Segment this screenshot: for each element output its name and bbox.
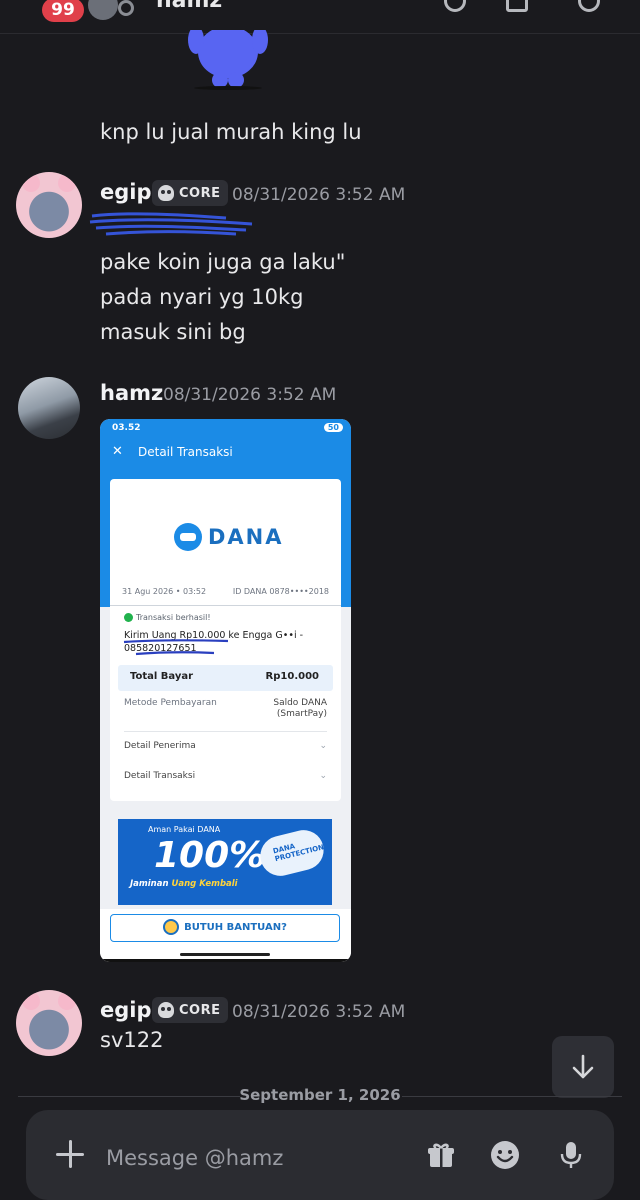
close-icon: ✕ [112,444,123,459]
redaction-scribble [89,212,253,236]
message-timestamp: 08/31/2026 3:52 AM [163,385,337,405]
divider [110,605,341,606]
image-attachment[interactable]: 03.52 50 ✕ Detail Transaksi DANA 31 Agu … [100,419,351,962]
banner-subtitle-pre: Jaminan [130,879,172,889]
arrow-down-icon [572,1054,594,1079]
message-text: pada nyari yg 10kg [100,285,304,309]
receipt-card: DANA 31 Agu 2026 • 03:52 ID DANA 0878•••… [110,479,341,801]
payment-method-label: Metode Pembayaran [124,698,217,708]
transaction-details: Detail Transaksi [124,771,196,781]
dana-brand-text: DANA [208,525,284,549]
support-agent-icon [163,919,180,935]
server-tag[interactable]: CORE [152,997,229,1023]
dana-id: ID DANA 0878••••2018 [232,587,329,596]
dana-logo: DANA [174,523,284,553]
plus-icon[interactable] [56,1140,84,1168]
nav-handle [180,953,270,956]
message-composer: Message @hamz [26,1110,614,1200]
divider [124,731,327,732]
server-tag[interactable]: CORE [152,180,229,206]
date-separator-label: September 1, 2026 [239,1086,401,1104]
protection-badge-text: DANA PROTECTION [272,842,325,864]
chevron-down-icon: ⌄ [319,741,327,751]
transaction-date: 31 Agu 2026 • 03:52 [122,587,207,596]
help-button-label: BUTUH BANTUAN? [184,922,287,933]
recipient-details: Detail Penerima [124,741,196,751]
check-icon [124,613,133,622]
success-text: Transaksi berhasil! [136,613,211,622]
message-input[interactable]: Message @hamz [106,1146,283,1170]
screen-title: Detail Transaksi [138,445,233,459]
message-timestamp: 08/31/2026 3:52 AM [232,185,406,205]
microphone-icon[interactable] [556,1140,586,1170]
channel-title[interactable]: hamz [156,0,222,13]
status-time: 03.52 [112,423,141,433]
message-text: masuk sini bg [100,320,246,344]
banner-top-text: Aman Pakai DANA [148,825,221,834]
unread-badge[interactable]: 99 [42,0,84,22]
message-text: pake koin juga ga laku" [100,250,346,274]
dm-header: 99 hamz [0,0,640,34]
dana-protection-badge: DANA PROTECTION [256,825,328,881]
header-avatar[interactable] [88,0,118,20]
search-icon[interactable] [578,0,600,12]
total-payment-row: Total Bayar Rp10.000 [118,665,333,691]
status-indicator [118,0,134,16]
total-value: Rp10.000 [265,671,319,682]
payment-method-value: Saldo DANA (SmartPay) [273,698,327,720]
dana-logo-icon [174,523,202,551]
total-label: Total Bayar [130,671,194,682]
message-text: knp lu jual murah king lu [100,120,362,144]
chevron-down-icon: ⌄ [319,771,327,781]
battery-indicator: 50 [323,423,343,432]
skull-icon [158,185,174,201]
banner-big-text: 100% [154,835,266,876]
banner-subtitle: Jaminan Uang Kembali [130,879,238,889]
user-avatar[interactable] [16,172,82,238]
user-avatar[interactable] [16,990,82,1056]
message-author[interactable]: hamz [100,381,163,405]
server-tag-label: CORE [179,1002,221,1018]
redaction-scribble [123,639,229,656]
banner-subtitle-highlight: Uang Kembali [171,879,238,889]
message-author[interactable]: egipi [100,998,159,1022]
date-separator: September 1, 2026 [0,1086,640,1106]
emoji-icon[interactable] [490,1140,520,1170]
message-text: sv122 [100,1028,164,1052]
payment-method-line1: Saldo DANA [273,698,327,708]
help-button: BUTUH BANTUAN? [110,914,340,942]
server-tag-label: CORE [179,185,221,201]
screenshot-bottom-edge [100,959,351,962]
success-status: Transaksi berhasil! [124,613,211,622]
message-author[interactable]: egipi [100,180,159,204]
user-avatar[interactable] [18,377,80,439]
message-timestamp: 08/31/2026 3:52 AM [232,1002,406,1022]
call-icon[interactable] [444,0,466,12]
gift-icon[interactable] [426,1140,456,1170]
wumpus-sticker [188,30,268,90]
members-icon[interactable] [506,0,528,12]
promo-banner: Aman Pakai DANA 100% Jaminan Uang Kembal… [118,819,332,905]
skull-icon [158,1002,174,1018]
payment-method-line2: (SmartPay) [276,709,327,719]
